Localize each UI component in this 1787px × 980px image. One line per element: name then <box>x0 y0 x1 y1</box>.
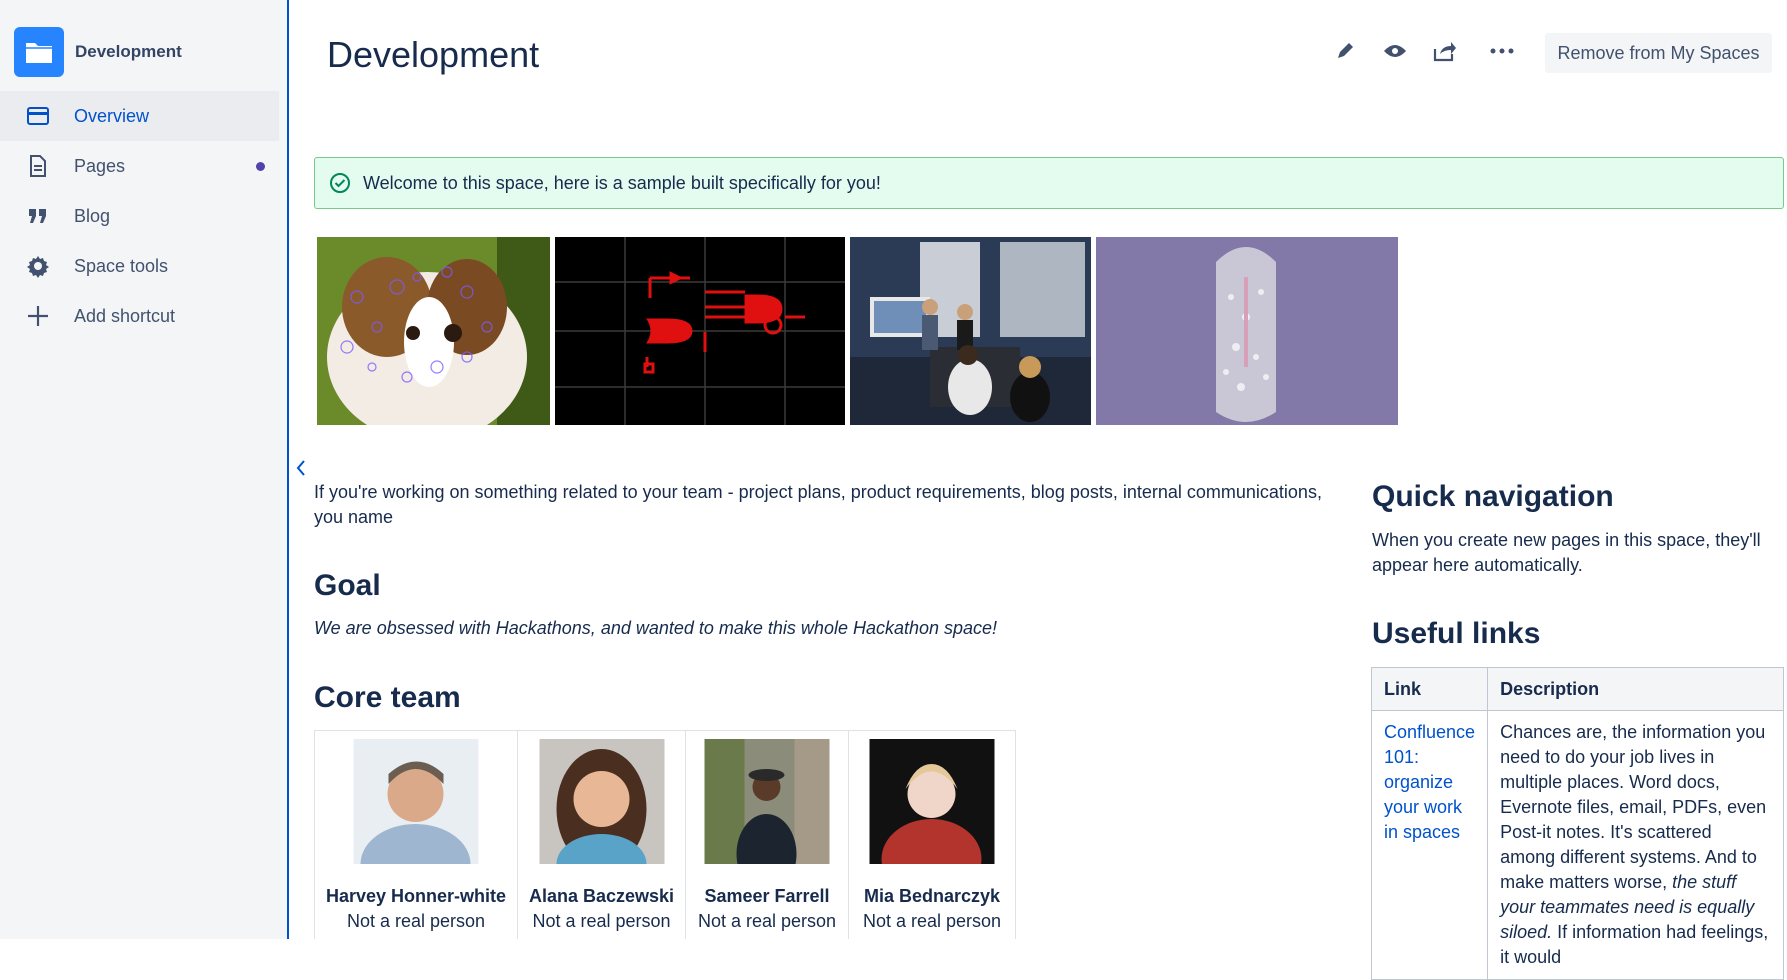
avatar[interactable] <box>353 739 479 864</box>
circuit-image[interactable] <box>555 237 845 425</box>
sidebar-item-overview[interactable]: Overview <box>0 91 279 141</box>
table-header-row: Link Description <box>1370 667 1784 711</box>
sidebar-item-label: Overview <box>74 105 150 126</box>
description-cell: Chances are, the information you need to… <box>1487 710 1784 980</box>
column-header-link: Link <box>1370 667 1489 711</box>
gear-icon <box>26 254 50 278</box>
useful-links-table: Link Description Confluence 101: organiz… <box>1370 667 1784 980</box>
member-name: Sameer Farrell <box>704 886 830 906</box>
team-member: Alana Baczewski Not a real person <box>518 731 686 939</box>
page-title: Development <box>327 34 540 75</box>
edit-icon[interactable] <box>1332 38 1358 64</box>
description-text: Chances are, the information you need to… <box>1500 722 1767 892</box>
unread-dot <box>256 162 265 171</box>
sidebar-item-label: Space tools <box>74 255 169 276</box>
member-role: Not a real person <box>697 911 837 931</box>
pages-icon <box>26 154 50 178</box>
remove-from-my-spaces-button[interactable]: Remove from My Spaces <box>1545 33 1772 73</box>
plus-icon <box>26 304 50 328</box>
quick-navigation-text: When you create new pages in this space,… <box>1372 530 1761 575</box>
table-row: Confluence 101: organize your work in sp… <box>1370 710 1784 980</box>
banner-text: Welcome to this space, here is a sample … <box>363 172 881 193</box>
watch-icon[interactable] <box>1382 38 1408 64</box>
space-header[interactable]: Development <box>14 27 182 77</box>
more-icon[interactable] <box>1489 38 1515 64</box>
member-role: Not a real person <box>862 911 1002 931</box>
member-name: Harvey Honner-white <box>325 886 507 906</box>
overview-icon <box>26 104 50 128</box>
sidebar-item-add-shortcut[interactable]: Add shortcut <box>0 291 279 341</box>
sidebar-item-label: Pages <box>74 155 126 176</box>
capsule-image[interactable] <box>1096 237 1398 425</box>
avatar[interactable] <box>704 739 830 864</box>
team-member: Harvey Honner-white Not a real person <box>315 731 518 939</box>
puppy-image[interactable] <box>317 237 550 425</box>
success-banner: Welcome to this space, here is a sample … <box>314 157 1784 209</box>
member-role: Not a real person <box>532 911 671 931</box>
member-name: Alana Baczewski <box>528 886 675 906</box>
avatar[interactable] <box>539 739 664 864</box>
core-team-table: Harvey Honner-white Not a real person Al… <box>314 730 1016 939</box>
quote-icon <box>26 204 50 228</box>
folder-icon[interactable] <box>14 27 64 77</box>
link-cell: Confluence 101: organize your work in sp… <box>1370 710 1489 980</box>
avatar[interactable] <box>869 739 995 864</box>
space-name[interactable]: Development <box>75 42 182 62</box>
collapse-sidebar-icon[interactable] <box>294 458 308 478</box>
column-header-description: Description <box>1487 667 1784 711</box>
sidebar-item-blog[interactable]: Blog <box>0 191 279 241</box>
sidebar-item-label: Blog <box>74 205 111 226</box>
sidebar-item-pages[interactable]: Pages <box>0 141 279 191</box>
sidebar: Development Overview Pages Blog Space to… <box>0 0 289 939</box>
share-icon[interactable] <box>1432 38 1458 64</box>
core-team-heading: Core team <box>314 681 461 714</box>
intro-text: If you're working on something related t… <box>314 482 1322 527</box>
team-member: Sameer Farrell Not a real person <box>686 731 849 939</box>
useful-links-heading: Useful links <box>1372 617 1541 650</box>
sidebar-item-label: Add shortcut <box>74 305 176 326</box>
sidebar-item-space-tools[interactable]: Space tools <box>0 241 279 291</box>
confluence-101-link[interactable]: Confluence 101: organize your work in sp… <box>1384 722 1475 842</box>
member-name: Mia Bednarczyk <box>863 886 1001 906</box>
quick-navigation-heading: Quick navigation <box>1372 480 1614 513</box>
check-circle-icon <box>329 172 351 194</box>
goal-heading: Goal <box>314 569 381 602</box>
conference-image[interactable] <box>850 237 1091 425</box>
member-role: Not a real person <box>346 911 486 931</box>
sidebar-nav: Overview Pages Blog Space tools Add shor… <box>0 91 279 341</box>
goal-text: We are obsessed with Hackathons, and wan… <box>314 618 998 638</box>
team-member: Mia Bednarczyk Not a real person <box>849 731 1015 939</box>
